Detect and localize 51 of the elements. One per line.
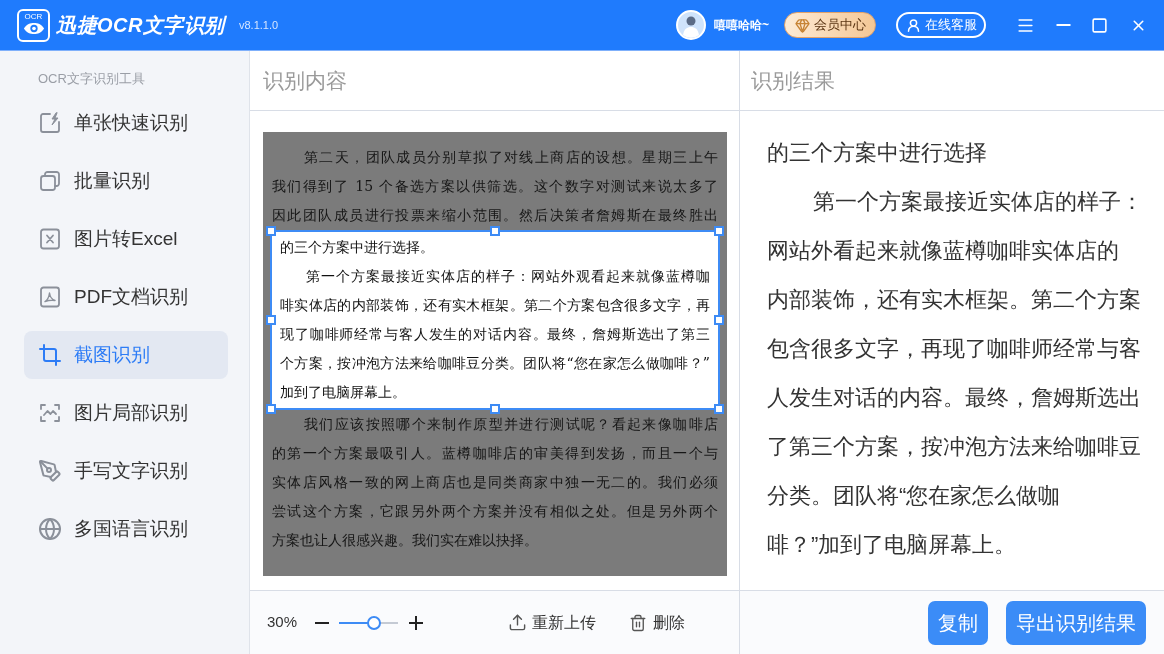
trash-icon — [629, 613, 648, 632]
sidebar-item[interactable]: 多国语言识别 — [24, 505, 228, 553]
resize-handle[interactable] — [714, 404, 724, 414]
sidebar-title: OCR文字识别工具 — [38, 70, 146, 88]
globe-icon — [38, 517, 62, 541]
resize-handle[interactable] — [266, 226, 276, 236]
reupload-button[interactable]: 重新上传 — [508, 610, 597, 635]
result-paragraph: 的三个方案中进行选择 — [767, 139, 988, 167]
user-avatar[interactable] — [676, 10, 706, 40]
zoom-slider[interactable] — [339, 615, 399, 630]
user-name[interactable]: 嘻嘻哈哈~ — [714, 16, 769, 34]
diamond-icon — [794, 17, 810, 33]
resize-handle[interactable] — [490, 404, 500, 414]
panel-title: 识别结果 — [751, 67, 835, 94]
eye-icon — [22, 21, 45, 35]
resize-handle[interactable] — [266, 315, 276, 325]
result-text-area[interactable]: 的三个方案中进行选择 第一个方案最接近实体店的样子： 网站外看起来就像蓝樽咖啡实体店的 内部装饰，还有实木框架。第二个方案 包含很多文字，再现了咖啡师经常与客 人发生对话的内容。最终，詹姆斯选出 了第三个方案，按冲泡方法来给咖啡豆 分类。团队将“您在家怎么做咖 啡？”加到了电脑屏幕上。 — [740, 111, 1164, 590]
vip-center-button[interactable]: 会员中心 — [784, 12, 876, 38]
stacked-squares-icon — [38, 169, 62, 193]
pdf-file-icon — [38, 285, 62, 309]
pen-nib-icon — [38, 459, 62, 483]
panel-title: 识别内容 — [263, 67, 347, 94]
resize-handle[interactable] — [490, 226, 500, 236]
version-label: v8.1.1.0 — [238, 17, 279, 33]
zoom-in-button[interactable] — [408, 614, 425, 631]
sidebar-item[interactable]: PDF文档识别 — [24, 273, 228, 321]
minus-icon — [315, 621, 330, 624]
sidebar-item[interactable]: 手写文字识别 — [24, 447, 228, 495]
lightning-file-icon — [38, 111, 62, 135]
zoom-reading: 30% — [267, 612, 298, 633]
resize-handle[interactable] — [266, 404, 276, 414]
sidebar-item[interactable]: 图片局部识别 — [24, 389, 228, 437]
crop-icon — [38, 343, 62, 367]
app-title: 迅捷OCR文字识别 — [56, 13, 225, 38]
upload-icon — [508, 613, 528, 632]
scan-area-icon — [38, 401, 62, 425]
maximize-icon[interactable] — [1091, 16, 1108, 34]
person-icon — [905, 17, 921, 33]
online-service-button[interactable]: 在线客服 — [896, 12, 986, 38]
sidebar-item[interactable]: 批量识别 — [24, 157, 228, 205]
zoom-slider-thumb[interactable] — [366, 615, 381, 630]
sidebar-item[interactable]: 图片转Excel — [24, 215, 228, 263]
spreadsheet-icon — [38, 227, 62, 251]
minimize-icon[interactable] — [1056, 24, 1071, 26]
plus-icon — [409, 615, 424, 630]
sidebar-item[interactable]: 单张快速识别 — [24, 99, 228, 147]
result-paragraph: 第一个方案最接近实体店的样子： 网站外看起来就像蓝樽咖啡实体店的 内部装饰，还有实木框架。第二个方案 包含很多文字，再现了咖啡师经常与客 人发生对话的内容。最终，詹姆斯选出 了第三个方案，按冲泡方法来给咖啡豆 分类。团队将“您在家怎么做咖 啡？”加到了电脑屏幕上。 — [767, 188, 1144, 559]
resize-handle[interactable] — [714, 315, 724, 325]
delete-button[interactable]: 删除 — [629, 610, 686, 635]
resize-handle[interactable] — [714, 226, 724, 236]
logo-text: OCR — [24, 11, 43, 22]
